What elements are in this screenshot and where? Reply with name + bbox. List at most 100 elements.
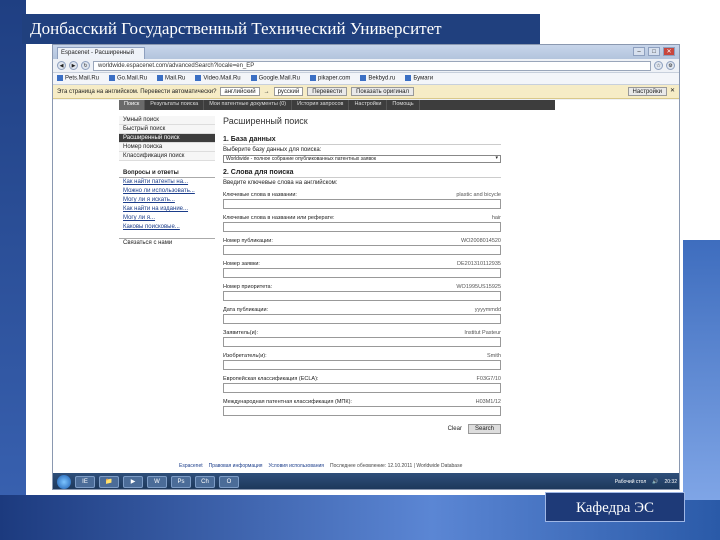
address-bar[interactable]: worldwide.espacenet.com/advancedSearch?l… xyxy=(93,60,651,71)
sidebar-item-smart-search[interactable]: Умный поиск xyxy=(119,116,215,125)
reload-icon[interactable]: ↻ xyxy=(81,61,90,70)
database-section-heading: 1. База данных xyxy=(223,136,501,145)
faq-link[interactable]: Могу ли я искать... xyxy=(119,196,215,205)
slide-left-bar xyxy=(0,0,26,540)
field-title-keywords: Ключевые слова в названии: plastic and bi… xyxy=(223,192,501,209)
field-hint: DE201310112935 xyxy=(457,261,501,267)
browser-tab[interactable]: Espacenet - Расширенный xyxy=(57,47,145,59)
bookmark-item[interactable]: Mail.Ru xyxy=(157,75,185,82)
clear-button[interactable]: Clear xyxy=(448,426,462,432)
field-application-number: Номер заявки: DE201310112935 xyxy=(223,261,501,278)
field-label: Международная патентная классификация (М… xyxy=(223,399,352,405)
field-applicant: Заявитель(и): Institut Pasteur xyxy=(223,330,501,347)
target-language-select[interactable]: русский xyxy=(273,87,304,96)
sidebar-item-classification-search[interactable]: Классификация поиск xyxy=(119,152,215,161)
footer-link[interactable]: Espacenet xyxy=(179,463,203,469)
taskbar-app[interactable]: 📁 xyxy=(99,476,119,488)
topnav-settings[interactable]: Настройки xyxy=(349,100,388,110)
close-icon[interactable]: ✕ xyxy=(663,47,675,56)
desktop-label[interactable]: Рабочий стол xyxy=(615,479,646,485)
footer-link[interactable]: Правовая информация xyxy=(209,463,263,469)
topnav-history[interactable]: История запросов xyxy=(292,100,350,110)
application-number-input[interactable] xyxy=(223,268,501,278)
field-publication-date: Дата публикации: yyyymmdd xyxy=(223,307,501,324)
taskbar-app[interactable]: IE xyxy=(75,476,95,488)
sidebar-item-advanced-search[interactable]: Расширенный поиск xyxy=(119,134,215,143)
volume-icon[interactable]: 🔊 xyxy=(652,479,658,485)
taskbar-app[interactable]: ▶ xyxy=(123,476,143,488)
wrench-icon[interactable]: ⚙ xyxy=(666,61,675,70)
translate-settings-button[interactable]: Настройки xyxy=(627,87,667,96)
search-button[interactable]: Search xyxy=(467,424,501,434)
faq-link[interactable]: Каковы поисковые... xyxy=(119,223,215,232)
field-label: Европейская классификация (ECLA): xyxy=(223,376,319,382)
bookmark-item[interactable]: Go.Mail.Ru xyxy=(109,75,147,82)
back-icon[interactable]: ◀ xyxy=(57,61,66,70)
forward-icon[interactable]: ▶ xyxy=(69,61,78,70)
start-button[interactable] xyxy=(57,475,71,489)
sidebar-item-quick-search[interactable]: Быстрый поиск xyxy=(119,125,215,134)
ecla-input[interactable] xyxy=(223,383,501,393)
sidebar-item-number-search[interactable]: Номер поиска xyxy=(119,143,215,152)
close-icon[interactable]: ✕ xyxy=(670,87,675,96)
inventor-input[interactable] xyxy=(223,360,501,370)
publication-number-input[interactable] xyxy=(223,245,501,255)
maximize-icon[interactable]: □ xyxy=(648,47,660,56)
taskbar-app[interactable]: W xyxy=(147,476,167,488)
advanced-search-form: Расширенный поиск 1. База данных Выберит… xyxy=(223,116,501,434)
faq-link[interactable]: Можно ли использовать... xyxy=(119,187,215,196)
bookmark-item[interactable]: pikaper.com xyxy=(309,75,350,82)
clock[interactable]: 20:32 xyxy=(664,479,677,485)
department-label: Кафедра ЭС xyxy=(545,492,685,522)
database-section-text: Выберите базу данных для поиска: xyxy=(223,147,322,153)
taskbar-app[interactable]: Ps xyxy=(171,476,191,488)
title-keywords-input[interactable] xyxy=(223,199,501,209)
field-label: Номер публикации: xyxy=(223,238,273,244)
field-label: Номер заявки: xyxy=(223,261,260,267)
title-abstract-input[interactable] xyxy=(223,222,501,232)
minimize-icon[interactable]: – xyxy=(633,47,645,56)
bookmark-item[interactable]: Video.Mail.Ru xyxy=(195,75,241,82)
faq-link[interactable]: Как найти на издание... xyxy=(119,205,215,214)
translate-message: Эта страница на английском. Перевести ав… xyxy=(57,88,217,95)
bookmark-icon xyxy=(360,75,367,82)
translate-button[interactable]: Перевести xyxy=(307,87,348,96)
tab-bar: Espacenet - Расширенный – □ ✕ xyxy=(53,45,679,59)
topnav-my-patents[interactable]: Мои патентные документы (0) xyxy=(204,100,293,110)
field-hint: Institut Pasteur xyxy=(464,330,501,336)
applicant-input[interactable] xyxy=(223,337,501,347)
topnav-help[interactable]: Помощь xyxy=(387,100,420,110)
source-language-select[interactable]: английский xyxy=(220,87,260,96)
ipc-input[interactable] xyxy=(223,406,501,416)
field-hint: plastic and bicycle xyxy=(456,192,501,198)
page-title: Расширенный поиск xyxy=(223,116,308,126)
field-hint: WO1995US15925 xyxy=(456,284,501,290)
database-select[interactable]: Worldwide - полное собрание опубликованн… xyxy=(223,155,501,163)
publication-date-input[interactable] xyxy=(223,314,501,324)
bookmark-item[interactable]: Pets.Mail.Ru xyxy=(57,75,99,82)
bookmark-item[interactable]: Bekbyd.ru xyxy=(360,75,395,82)
show-original-button[interactable]: Показать оригинал xyxy=(351,87,414,96)
taskbar-app[interactable]: Ch xyxy=(195,476,215,488)
footer-link[interactable]: Условия использования xyxy=(268,463,324,469)
priority-number-input[interactable] xyxy=(223,291,501,301)
field-hint: yyyymmdd xyxy=(474,307,501,313)
bookmarks-bar: Pets.Mail.Ru Go.Mail.Ru Mail.Ru Video.Ma… xyxy=(53,73,679,85)
translate-bar-right: Настройки ✕ xyxy=(627,87,675,96)
faq-heading: Вопросы и ответы xyxy=(119,169,215,178)
field-label: Ключевые слова в названии: xyxy=(223,192,297,198)
topnav-results[interactable]: Результаты поиска xyxy=(145,100,205,110)
taskbar-app[interactable]: O xyxy=(219,476,239,488)
faq-link[interactable]: Могу ли я... xyxy=(119,214,215,223)
field-title-abstract-keywords: Ключевые слова в названии или реферате: h… xyxy=(223,215,501,232)
bookmark-item[interactable]: Бумаги xyxy=(405,75,433,82)
bookmark-icon xyxy=(57,75,63,82)
field-priority-number: Номер приоритета: WO1995US15925 xyxy=(223,284,501,301)
contact-link[interactable]: Связаться с нами xyxy=(119,238,215,247)
field-label: Заявитель(и): xyxy=(223,330,259,336)
star-icon[interactable]: ☆ xyxy=(654,61,663,70)
topnav-search[interactable]: Поиск xyxy=(119,100,146,110)
faq-link[interactable]: Как найти патенты на... xyxy=(119,178,215,187)
field-ipc: Международная патентная классификация (М… xyxy=(223,399,501,416)
bookmark-item[interactable]: Google.Mail.Ru xyxy=(250,75,300,82)
